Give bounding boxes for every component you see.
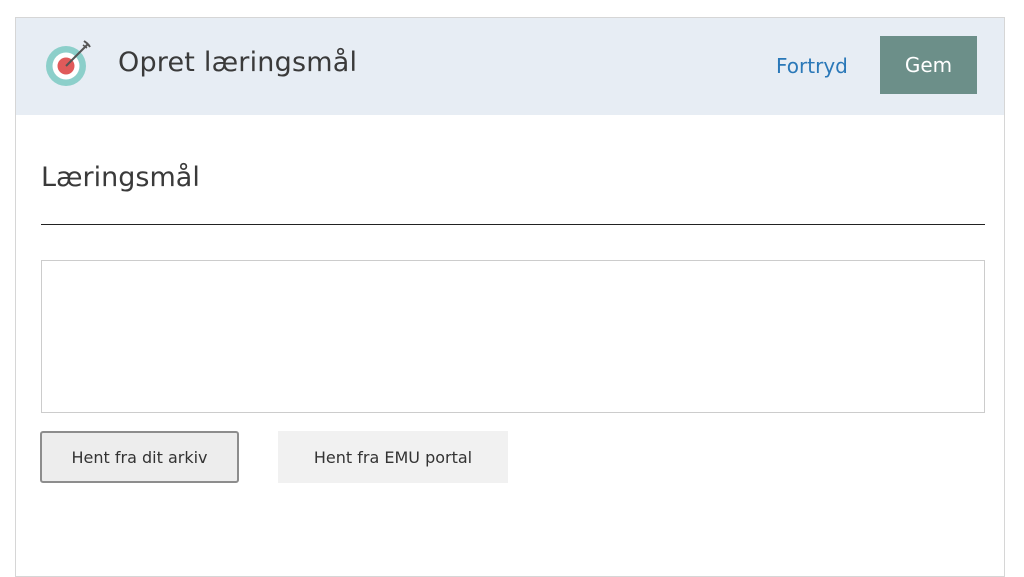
- dialog-header: Opret læringsmål Fortryd Gem: [16, 18, 1004, 115]
- learning-goal-textarea[interactable]: [41, 260, 985, 413]
- fetch-from-archive-button[interactable]: Hent fra dit arkiv: [40, 431, 239, 483]
- cancel-link[interactable]: Fortryd: [776, 54, 848, 78]
- save-button[interactable]: Gem: [880, 36, 977, 94]
- section-heading: Læringsmål: [41, 162, 200, 193]
- dialog-frame: Opret læringsmål Fortryd Gem Læringsmål …: [15, 17, 1005, 577]
- divider: [41, 224, 985, 225]
- fetch-from-emu-portal-button[interactable]: Hent fra EMU portal: [278, 431, 508, 483]
- page-title: Opret læringsmål: [118, 47, 358, 78]
- target-arrow-icon: [40, 35, 96, 91]
